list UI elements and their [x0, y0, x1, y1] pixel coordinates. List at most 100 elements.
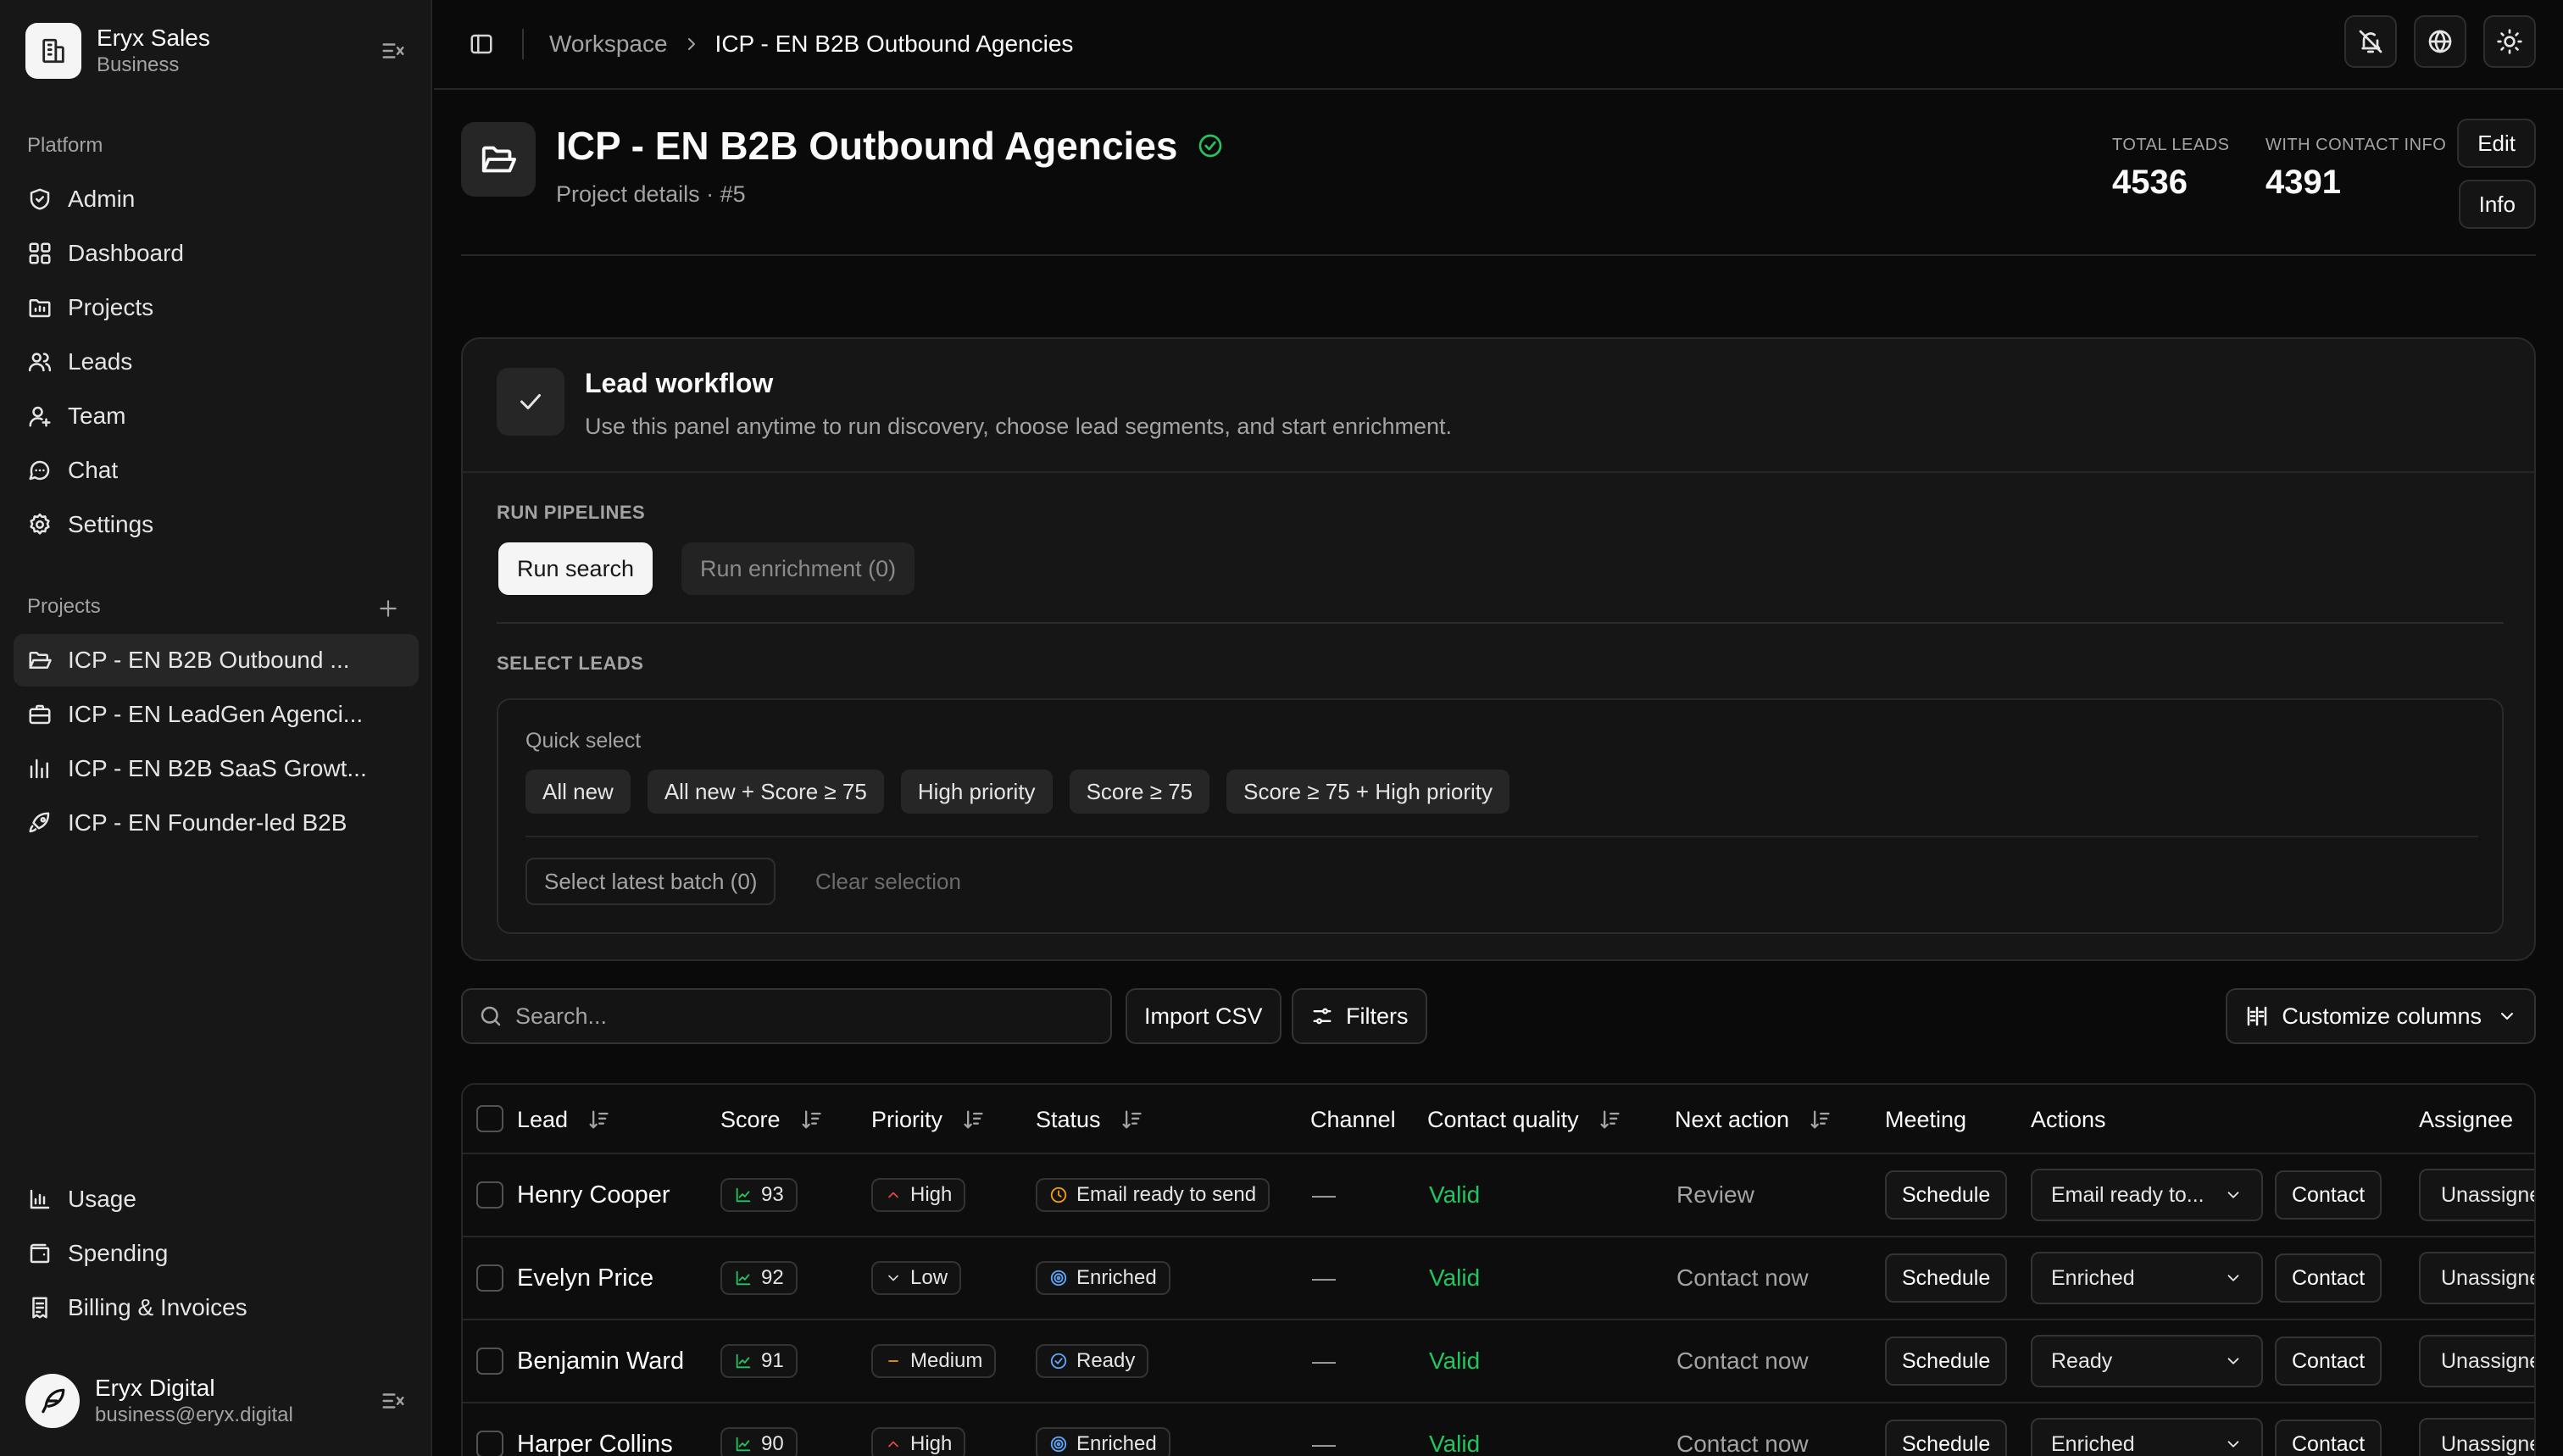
sidebar-item-team[interactable]: Team	[14, 390, 419, 442]
collapse-sidebar-icon[interactable]	[378, 36, 409, 66]
channel-value: —	[1312, 1264, 1336, 1291]
run-enrichment-button[interactable]: Run enrichment (0)	[681, 542, 915, 595]
quick-select-all-new[interactable]: All new	[525, 770, 631, 814]
sidebar-project-outbound-agencies[interactable]: ICP - EN B2B Outbound ...	[14, 634, 419, 686]
sidebar-item-dashboard[interactable]: Dashboard	[14, 227, 419, 280]
sidebar-item-spending[interactable]: Spending	[14, 1227, 419, 1280]
select-all-checkbox[interactable]	[476, 1105, 503, 1132]
sort-icon[interactable]	[1120, 1108, 1143, 1131]
schedule-button[interactable]: Schedule	[1885, 1337, 2008, 1386]
row-checkbox[interactable]	[476, 1431, 503, 1456]
row-checkbox[interactable]	[476, 1264, 503, 1292]
sidebar-item-settings[interactable]: Settings	[14, 498, 419, 551]
column-header-lead[interactable]: Lead	[517, 1085, 610, 1154]
column-header-next-action[interactable]: Next action	[1675, 1085, 1832, 1154]
stat-label: TOTAL LEADS	[2112, 136, 2230, 154]
score-value: 90	[761, 1432, 784, 1455]
action-select[interactable]: Ready	[2031, 1335, 2263, 1387]
topbar: Workspace ICP - EN B2B Outbound Agencies	[434, 0, 2563, 90]
sidebar-project-founder-led[interactable]: ICP - EN Founder-led B2B	[14, 797, 419, 849]
filters-button[interactable]: Filters	[1292, 988, 1427, 1044]
sidebar-item-label: Dashboard	[68, 240, 184, 266]
quick-select-score-75-high-priority[interactable]: Score ≥ 75 + High priority	[1226, 770, 1510, 814]
import-csv-button[interactable]: Import CSV	[1126, 988, 1282, 1044]
column-header-actions: Actions	[2031, 1106, 2106, 1132]
table-row[interactable]: Benjamin Ward 91 Medium Ready — Valid Co…	[463, 1320, 2534, 1403]
sort-icon[interactable]	[587, 1108, 610, 1131]
sidebar-item-billing[interactable]: Billing & Invoices	[14, 1281, 419, 1334]
sidebar-item-label: Leads	[68, 348, 133, 375]
assignee-select[interactable]: Unassigned	[2419, 1252, 2534, 1304]
breadcrumb-root[interactable]: Workspace	[549, 31, 668, 58]
sidebar-item-label: ICP - EN Founder-led B2B	[68, 809, 347, 836]
theme-toggle-button[interactable]	[2483, 15, 2536, 68]
assignee-select[interactable]: Unassigned	[2419, 1335, 2534, 1387]
customize-columns-label: Customize columns	[2282, 1003, 2482, 1029]
add-project-button[interactable]	[373, 593, 403, 624]
info-button[interactable]: Info	[2458, 180, 2536, 229]
folder-open-icon	[29, 652, 52, 669]
edit-button[interactable]: Edit	[2457, 119, 2536, 168]
sidebar-project-saas-growth[interactable]: ICP - EN B2B SaaS Growt...	[14, 742, 419, 795]
row-checkbox[interactable]	[476, 1348, 503, 1375]
lead-name[interactable]: Henry Cooper	[517, 1154, 670, 1236]
lead-name[interactable]: Benjamin Ward	[517, 1320, 684, 1402]
action-select[interactable]: Enriched	[2031, 1418, 2263, 1456]
sidebar-item-label: Chat	[68, 457, 119, 483]
quick-select-high-priority[interactable]: High priority	[900, 770, 1053, 814]
contact-quality-value: Valid	[1429, 1431, 1481, 1456]
search-input[interactable]	[515, 1003, 1092, 1030]
check-circle-icon	[1050, 1353, 1067, 1370]
customize-columns-button[interactable]: Customize columns	[2226, 988, 2536, 1044]
sidebar-item-label: Team	[68, 403, 126, 429]
table-row[interactable]: Henry Cooper 93 High Email ready to send…	[463, 1154, 2534, 1237]
column-header-score[interactable]: Score	[720, 1085, 823, 1154]
column-header-status[interactable]: Status	[1036, 1085, 1143, 1154]
action-select[interactable]: Email ready to...	[2031, 1169, 2263, 1221]
assignee-select[interactable]: Unassigned	[2419, 1418, 2534, 1456]
contact-button[interactable]: Contact	[2275, 1170, 2382, 1220]
column-header-contact-quality[interactable]: Contact quality	[1427, 1085, 1621, 1154]
user-menu-icon[interactable]	[378, 1386, 409, 1416]
quick-select-score-75[interactable]: Score ≥ 75	[1069, 770, 1210, 814]
user-menu[interactable]: Eryx Digital business@eryx.digital	[25, 1371, 409, 1431]
trending-up-icon	[736, 1437, 751, 1452]
sort-icon[interactable]	[961, 1108, 985, 1131]
row-checkbox[interactable]	[476, 1181, 503, 1209]
toggle-sidebar-button[interactable]	[464, 27, 498, 61]
assignee-select[interactable]: Unassigned	[2419, 1169, 2534, 1221]
column-header-priority[interactable]: Priority	[871, 1085, 985, 1154]
table-row[interactable]: Evelyn Price 92 Low Enriched — Valid Con…	[463, 1237, 2534, 1320]
schedule-button[interactable]: Schedule	[1885, 1253, 2008, 1303]
sort-icon[interactable]	[1598, 1108, 1621, 1131]
workspace-switcher[interactable]: Eryx Sales Business	[25, 20, 409, 81]
quick-select-all-new-score-75[interactable]: All new + Score ≥ 75	[647, 770, 884, 814]
table-row[interactable]: Harper Collins 90 High Enriched — Valid …	[463, 1403, 2534, 1456]
select-latest-batch-button[interactable]: Select latest batch (0)	[525, 858, 776, 905]
sidebar-item-leads[interactable]: Leads	[14, 336, 419, 388]
sidebar-item-label: Projects	[68, 294, 154, 320]
run-search-button[interactable]: Run search	[498, 542, 653, 595]
sidebar-item-projects[interactable]: Projects	[14, 281, 419, 334]
table-header: Lead Score Priority Status Channel Conta…	[463, 1085, 2534, 1154]
sidebar-project-leadgen-agencies[interactable]: ICP - EN LeadGen Agenci...	[14, 688, 419, 741]
status-value: Ready	[1076, 1349, 1136, 1372]
schedule-button[interactable]: Schedule	[1885, 1170, 2008, 1220]
clear-selection-button[interactable]: Clear selection	[815, 858, 961, 905]
lead-name[interactable]: Harper Collins	[517, 1403, 673, 1456]
contact-button[interactable]: Contact	[2275, 1337, 2382, 1386]
lead-name[interactable]: Evelyn Price	[517, 1237, 653, 1319]
action-select-value: Enriched	[2051, 1431, 2135, 1456]
sort-icon[interactable]	[799, 1108, 823, 1131]
notifications-off-button[interactable]	[2344, 15, 2397, 68]
sidebar-item-chat[interactable]: Chat	[14, 444, 419, 497]
chevron-down-icon	[2227, 1192, 2239, 1198]
contact-button[interactable]: Contact	[2275, 1253, 2382, 1303]
sidebar-item-usage[interactable]: Usage	[14, 1173, 419, 1225]
contact-button[interactable]: Contact	[2275, 1420, 2382, 1456]
schedule-button[interactable]: Schedule	[1885, 1420, 2008, 1456]
language-button[interactable]	[2414, 15, 2466, 68]
sidebar-item-admin[interactable]: Admin	[14, 173, 419, 225]
action-select[interactable]: Enriched	[2031, 1252, 2263, 1304]
sort-icon[interactable]	[1808, 1108, 1832, 1131]
